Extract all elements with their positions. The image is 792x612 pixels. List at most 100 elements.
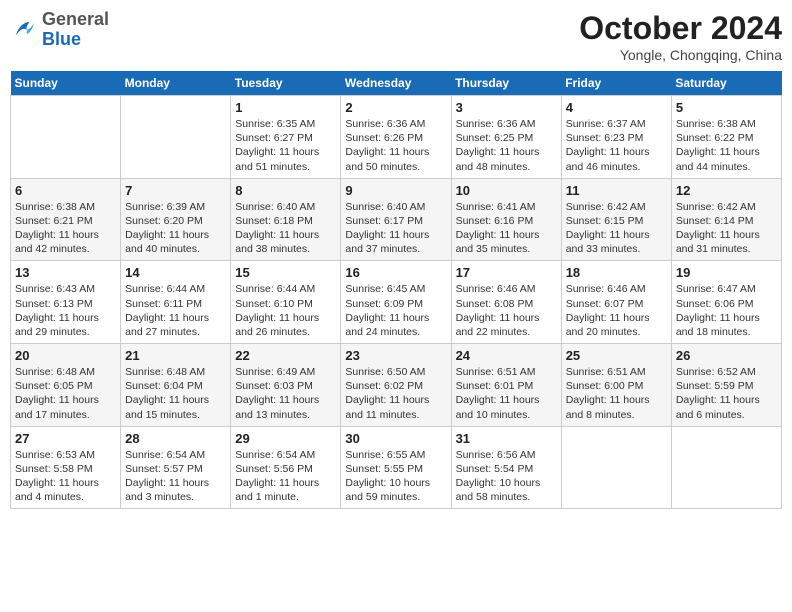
day-number: 20: [15, 348, 116, 363]
calendar-cell: 16 Sunrise: 6:45 AMSunset: 6:09 PMDayligh…: [341, 261, 451, 344]
page-header: General Blue October 2024 Yongle, Chongq…: [10, 10, 782, 63]
calendar-cell: 12 Sunrise: 6:42 AMSunset: 6:14 PMDayligh…: [671, 178, 781, 261]
day-info: Sunrise: 6:45 AMSunset: 6:09 PMDaylight:…: [345, 282, 446, 339]
day-info: Sunrise: 6:40 AMSunset: 6:18 PMDaylight:…: [235, 200, 336, 257]
day-info: Sunrise: 6:36 AMSunset: 6:26 PMDaylight:…: [345, 117, 446, 174]
day-number: 18: [566, 265, 667, 280]
day-number: 1: [235, 100, 336, 115]
col-thursday: Thursday: [451, 71, 561, 96]
calendar-cell: 8 Sunrise: 6:40 AMSunset: 6:18 PMDaylight…: [231, 178, 341, 261]
day-number: 2: [345, 100, 446, 115]
day-info: Sunrise: 6:51 AMSunset: 6:01 PMDaylight:…: [456, 365, 557, 422]
calendar-cell: 4 Sunrise: 6:37 AMSunset: 6:23 PMDaylight…: [561, 96, 671, 179]
week-row-5: 27 Sunrise: 6:53 AMSunset: 5:58 PMDayligh…: [11, 426, 782, 509]
day-number: 29: [235, 431, 336, 446]
calendar-table: Sunday Monday Tuesday Wednesday Thursday…: [10, 71, 782, 509]
calendar-cell: 6 Sunrise: 6:38 AMSunset: 6:21 PMDaylight…: [11, 178, 121, 261]
day-info: Sunrise: 6:40 AMSunset: 6:17 PMDaylight:…: [345, 200, 446, 257]
calendar-cell: [671, 426, 781, 509]
calendar-cell: 18 Sunrise: 6:46 AMSunset: 6:07 PMDayligh…: [561, 261, 671, 344]
day-info: Sunrise: 6:55 AMSunset: 5:55 PMDaylight:…: [345, 448, 446, 505]
logo-bird-icon: [10, 16, 38, 44]
logo: General Blue: [10, 10, 109, 50]
day-info: Sunrise: 6:37 AMSunset: 6:23 PMDaylight:…: [566, 117, 667, 174]
title-block: October 2024 Yongle, Chongqing, China: [579, 10, 782, 63]
calendar-cell: 27 Sunrise: 6:53 AMSunset: 5:58 PMDayligh…: [11, 426, 121, 509]
day-number: 28: [125, 431, 226, 446]
day-info: Sunrise: 6:42 AMSunset: 6:15 PMDaylight:…: [566, 200, 667, 257]
col-saturday: Saturday: [671, 71, 781, 96]
calendar-cell: 1Sunrise: 6:35 AMSunset: 6:27 PMDaylight…: [231, 96, 341, 179]
day-info: Sunrise: 6:38 AMSunset: 6:21 PMDaylight:…: [15, 200, 116, 257]
calendar-cell: 19Sunrise: 6:47 AMSunset: 6:06 PMDayligh…: [671, 261, 781, 344]
day-number: 21: [125, 348, 226, 363]
day-number: 27: [15, 431, 116, 446]
day-number: 10: [456, 183, 557, 198]
calendar-cell: 24 Sunrise: 6:51 AMSunset: 6:01 PMDayligh…: [451, 344, 561, 427]
calendar-cell: 30 Sunrise: 6:55 AMSunset: 5:55 PMDayligh…: [341, 426, 451, 509]
calendar-cell: 20 Sunrise: 6:48 AMSunset: 6:05 PMDayligh…: [11, 344, 121, 427]
day-number: 31: [456, 431, 557, 446]
day-info: Sunrise: 6:48 AMSunset: 6:04 PMDaylight:…: [125, 365, 226, 422]
calendar-cell: 2 Sunrise: 6:36 AMSunset: 6:26 PMDaylight…: [341, 96, 451, 179]
calendar-cell: 17 Sunrise: 6:46 AMSunset: 6:08 PMDayligh…: [451, 261, 561, 344]
logo-general-text: General: [42, 10, 109, 30]
calendar-cell: 21 Sunrise: 6:48 AMSunset: 6:04 PMDayligh…: [121, 344, 231, 427]
day-number: 30: [345, 431, 446, 446]
day-number: 24: [456, 348, 557, 363]
day-number: 6: [15, 183, 116, 198]
day-number: 12: [676, 183, 777, 198]
calendar-cell: 11Sunrise: 6:42 AMSunset: 6:15 PMDayligh…: [561, 178, 671, 261]
day-info: Sunrise: 6:51 AMSunset: 6:00 PMDaylight:…: [566, 365, 667, 422]
day-info: Sunrise: 6:54 AMSunset: 5:56 PMDaylight:…: [235, 448, 336, 505]
month-year-title: October 2024: [579, 10, 782, 47]
day-info: Sunrise: 6:39 AMSunset: 6:20 PMDaylight:…: [125, 200, 226, 257]
day-info: Sunrise: 6:49 AMSunset: 6:03 PMDaylight:…: [235, 365, 336, 422]
day-info: Sunrise: 6:42 AMSunset: 6:14 PMDaylight:…: [676, 200, 777, 257]
day-info: Sunrise: 6:43 AMSunset: 6:13 PMDaylight:…: [15, 282, 116, 339]
calendar-cell: 23Sunrise: 6:50 AMSunset: 6:02 PMDayligh…: [341, 344, 451, 427]
day-number: 15: [235, 265, 336, 280]
day-number: 4: [566, 100, 667, 115]
day-number: 5: [676, 100, 777, 115]
day-number: 8: [235, 183, 336, 198]
calendar-cell: [561, 426, 671, 509]
col-wednesday: Wednesday: [341, 71, 451, 96]
calendar-cell: 31 Sunrise: 6:56 AMSunset: 5:54 PMDayligh…: [451, 426, 561, 509]
logo-blue-text: Blue: [42, 30, 109, 50]
week-row-4: 20 Sunrise: 6:48 AMSunset: 6:05 PMDayligh…: [11, 344, 782, 427]
day-number: 14: [125, 265, 226, 280]
week-row-3: 13 Sunrise: 6:43 AMSunset: 6:13 PMDayligh…: [11, 261, 782, 344]
week-row-1: 1Sunrise: 6:35 AMSunset: 6:27 PMDaylight…: [11, 96, 782, 179]
col-tuesday: Tuesday: [231, 71, 341, 96]
calendar-cell: 29 Sunrise: 6:54 AMSunset: 5:56 PMDayligh…: [231, 426, 341, 509]
week-row-2: 6 Sunrise: 6:38 AMSunset: 6:21 PMDaylight…: [11, 178, 782, 261]
calendar-cell: 26Sunrise: 6:52 AMSunset: 5:59 PMDayligh…: [671, 344, 781, 427]
day-number: 16: [345, 265, 446, 280]
day-number: 17: [456, 265, 557, 280]
day-info: Sunrise: 6:38 AMSunset: 6:22 PMDaylight:…: [676, 117, 777, 174]
day-info: Sunrise: 6:41 AMSunset: 6:16 PMDaylight:…: [456, 200, 557, 257]
day-info: Sunrise: 6:44 AMSunset: 6:10 PMDaylight:…: [235, 282, 336, 339]
calendar-cell: 13 Sunrise: 6:43 AMSunset: 6:13 PMDayligh…: [11, 261, 121, 344]
calendar-cell: 22 Sunrise: 6:49 AMSunset: 6:03 PMDayligh…: [231, 344, 341, 427]
day-info: Sunrise: 6:46 AMSunset: 6:07 PMDaylight:…: [566, 282, 667, 339]
day-number: 25: [566, 348, 667, 363]
day-info: Sunrise: 6:54 AMSunset: 5:57 PMDaylight:…: [125, 448, 226, 505]
calendar-cell: 7 Sunrise: 6:39 AMSunset: 6:20 PMDaylight…: [121, 178, 231, 261]
calendar-cell: 3Sunrise: 6:36 AMSunset: 6:25 PMDaylight…: [451, 96, 561, 179]
day-info: Sunrise: 6:47 AMSunset: 6:06 PMDaylight:…: [676, 282, 777, 339]
day-info: Sunrise: 6:46 AMSunset: 6:08 PMDaylight:…: [456, 282, 557, 339]
day-info: Sunrise: 6:53 AMSunset: 5:58 PMDaylight:…: [15, 448, 116, 505]
day-info: Sunrise: 6:36 AMSunset: 6:25 PMDaylight:…: [456, 117, 557, 174]
day-info: Sunrise: 6:48 AMSunset: 6:05 PMDaylight:…: [15, 365, 116, 422]
calendar-cell: 25 Sunrise: 6:51 AMSunset: 6:00 PMDayligh…: [561, 344, 671, 427]
calendar-cell: 28 Sunrise: 6:54 AMSunset: 5:57 PMDayligh…: [121, 426, 231, 509]
location-text: Yongle, Chongqing, China: [579, 47, 782, 63]
day-number: 13: [15, 265, 116, 280]
day-number: 7: [125, 183, 226, 198]
day-info: Sunrise: 6:44 AMSunset: 6:11 PMDaylight:…: [125, 282, 226, 339]
day-info: Sunrise: 6:56 AMSunset: 5:54 PMDaylight:…: [456, 448, 557, 505]
calendar-cell: [121, 96, 231, 179]
day-number: 22: [235, 348, 336, 363]
